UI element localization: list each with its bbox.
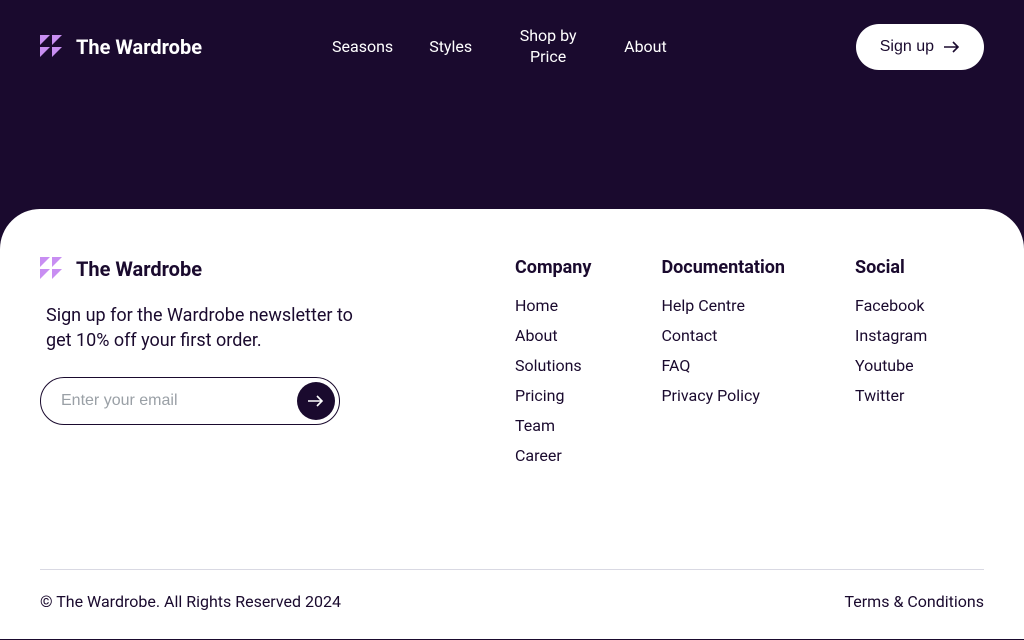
main-nav: Seasons Styles Shop by Price About xyxy=(332,26,667,68)
footer-col-title: Company xyxy=(515,257,591,278)
footer-link[interactable]: Twitter xyxy=(855,386,927,405)
footer-brand-name: The Wardrobe xyxy=(76,257,202,281)
nav-styles[interactable]: Styles xyxy=(429,37,472,58)
footer-link[interactable]: Pricing xyxy=(515,386,591,405)
footer: The Wardrobe Sign up for the Wardrobe ne… xyxy=(0,209,1024,639)
terms-link[interactable]: Terms & Conditions xyxy=(845,592,985,611)
footer-link[interactable]: Solutions xyxy=(515,356,591,375)
header: The Wardrobe Seasons Styles Shop by Pric… xyxy=(0,0,1024,94)
logo-icon xyxy=(40,257,64,281)
footer-link[interactable]: Privacy Policy xyxy=(661,386,785,405)
footer-columns: Company Home About Solutions Pricing Tea… xyxy=(515,257,927,476)
footer-link[interactable]: About xyxy=(515,326,591,345)
nav-shop-by-price[interactable]: Shop by Price xyxy=(508,26,588,68)
footer-bar: © The Wardrobe. All Rights Reserved 2024… xyxy=(40,569,984,611)
footer-link[interactable]: Contact xyxy=(661,326,785,345)
email-submit-button[interactable] xyxy=(297,382,335,420)
footer-col-social: Social Facebook Instagram Youtube Twitte… xyxy=(855,257,927,476)
footer-col-title: Documentation xyxy=(661,257,785,278)
email-input-wrapper xyxy=(40,377,340,425)
footer-col-documentation: Documentation Help Centre Contact FAQ Pr… xyxy=(661,257,785,476)
footer-link[interactable]: Career xyxy=(515,446,591,465)
brand-name: The Wardrobe xyxy=(76,35,202,59)
footer-link[interactable]: Team xyxy=(515,416,591,435)
footer-link[interactable]: Home xyxy=(515,296,591,315)
footer-brand: The Wardrobe xyxy=(40,257,420,281)
footer-link[interactable]: Help Centre xyxy=(661,296,785,315)
signup-label: Sign up xyxy=(880,38,934,56)
brand: The Wardrobe xyxy=(40,35,202,59)
newsletter-text: Sign up for the Wardrobe newsletter to g… xyxy=(40,303,380,353)
footer-col-title: Social xyxy=(855,257,927,278)
footer-col-company: Company Home About Solutions Pricing Tea… xyxy=(515,257,591,476)
arrow-right-icon xyxy=(308,395,324,407)
footer-link[interactable]: Instagram xyxy=(855,326,927,345)
signup-button[interactable]: Sign up xyxy=(856,24,984,70)
footer-link[interactable]: Facebook xyxy=(855,296,927,315)
footer-left: The Wardrobe Sign up for the Wardrobe ne… xyxy=(40,257,420,476)
footer-main: The Wardrobe Sign up for the Wardrobe ne… xyxy=(40,257,984,476)
email-input[interactable] xyxy=(61,392,297,410)
footer-link[interactable]: Youtube xyxy=(855,356,927,375)
nav-about[interactable]: About xyxy=(624,37,667,58)
footer-link[interactable]: FAQ xyxy=(661,356,785,375)
nav-seasons[interactable]: Seasons xyxy=(332,37,393,58)
arrow-right-icon xyxy=(944,41,960,53)
logo-icon xyxy=(40,35,64,59)
copyright-text: © The Wardrobe. All Rights Reserved 2024 xyxy=(40,592,341,611)
